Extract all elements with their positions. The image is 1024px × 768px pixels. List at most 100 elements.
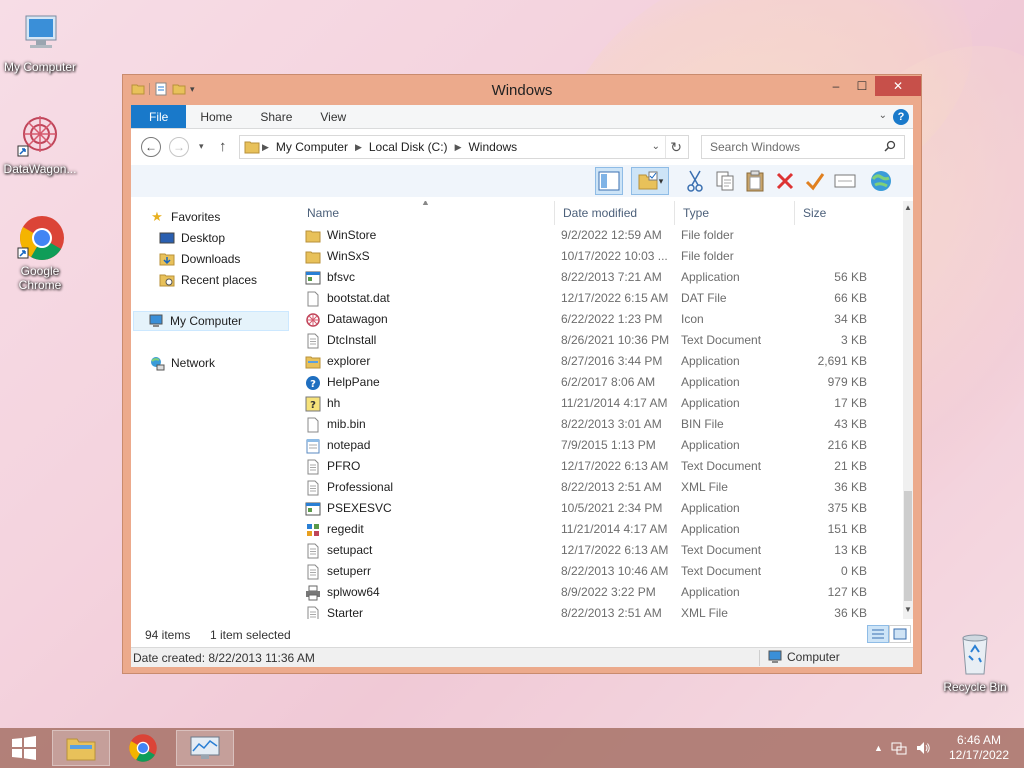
details-view-button[interactable] xyxy=(867,625,889,643)
recent-locations-icon[interactable]: ▾ xyxy=(199,141,204,152)
nav-downloads[interactable]: Downloads xyxy=(159,249,240,269)
desktop-icon-my-computer[interactable]: My Computer xyxy=(0,10,80,74)
paste-button[interactable] xyxy=(741,167,769,195)
file-row[interactable]: Starter 8/22/2013 2:51 AM XML File 36 KB xyxy=(299,603,889,619)
file-row[interactable]: regedit 11/21/2014 4:17 AM Application 151 … xyxy=(299,519,889,540)
scrollbar-thumb[interactable] xyxy=(904,491,912,601)
nav-network[interactable]: Network xyxy=(149,353,215,373)
expand-ribbon-icon[interactable]: ⌄ xyxy=(879,110,887,121)
file-icon xyxy=(305,417,321,433)
file-row[interactable]: setuperr 8/22/2013 10:46 AM Text Document 0… xyxy=(299,561,889,582)
nav-recent-places[interactable]: Recent places xyxy=(159,270,257,290)
vertical-scrollbar[interactable]: ▲ ▼ xyxy=(903,201,913,619)
file-row[interactable]: notepad 7/9/2015 1:13 PM Application 216 KB xyxy=(299,435,889,456)
desktop-icon-chrome[interactable]: Google Chrome xyxy=(0,214,80,292)
file-row[interactable]: WinStore 9/2/2022 12:59 AM File folder xyxy=(299,225,889,246)
file-row[interactable]: mib.bin 8/22/2013 3:01 AM BIN File 43 KB xyxy=(299,414,889,435)
tab-view[interactable]: View xyxy=(306,105,360,128)
file-row[interactable]: splwow64 8/9/2022 3:22 PM Application 127 K… xyxy=(299,582,889,603)
breadcrumb-separator-icon[interactable]: ▶ xyxy=(260,142,271,153)
file-row[interactable]: DtcInstall 8/26/2021 10:36 PM Text Documen… xyxy=(299,330,889,351)
file-row[interactable]: ? hh 11/21/2014 4:17 AM Application 17 KB xyxy=(299,393,889,414)
file-name-cell: splwow64 xyxy=(305,582,555,603)
column-header-name[interactable]: Name xyxy=(299,201,555,225)
minimize-button[interactable]: – xyxy=(823,76,849,96)
show-hidden-icons-icon[interactable]: ▲ xyxy=(874,743,883,753)
tab-file[interactable]: File xyxy=(131,105,187,128)
forward-button[interactable]: → xyxy=(169,137,189,157)
refresh-icon[interactable]: ↻ xyxy=(670,139,682,156)
search-icon[interactable] xyxy=(884,140,896,152)
file-row[interactable]: bfsvc 8/22/2013 7:21 AM Application 56 KB xyxy=(299,267,889,288)
file-size: 151 KB xyxy=(827,522,867,536)
preview-pane-button[interactable] xyxy=(595,167,623,195)
column-header-size[interactable]: Size xyxy=(795,201,875,225)
maximize-button[interactable]: ☐ xyxy=(849,76,875,96)
file-row[interactable]: ? HelpPane 6/2/2017 8:06 AM Application 979 … xyxy=(299,372,889,393)
address-dropdown-icon[interactable]: ⌄ xyxy=(652,141,660,152)
up-button[interactable]: ↑ xyxy=(219,138,227,155)
file-name-cell: ? HelpPane xyxy=(305,372,555,393)
file-date: 8/9/2022 3:22 PM xyxy=(561,585,656,599)
nav-desktop[interactable]: Desktop xyxy=(159,228,225,248)
internet-button[interactable] xyxy=(867,167,895,195)
taskbar-file-explorer[interactable] xyxy=(52,730,110,766)
file-name: WinSxS xyxy=(327,249,370,263)
nav-my-computer[interactable]: My Computer xyxy=(133,311,289,331)
file-row[interactable]: WinSxS 10/17/2022 10:03 ... File folder xyxy=(299,246,889,267)
breadcrumb-local-disk[interactable]: Local Disk (C:) xyxy=(364,140,453,154)
file-row[interactable]: PFRO 12/17/2022 6:13 AM Text Document 21 KB xyxy=(299,456,889,477)
file-row[interactable]: setupact 12/17/2022 6:13 AM Text Document 1… xyxy=(299,540,889,561)
desktop-icon-recycle-bin[interactable]: Recycle Bin xyxy=(935,630,1015,694)
file-type: Application xyxy=(681,522,740,536)
file-type: Text Document xyxy=(681,459,762,473)
search-input[interactable]: Search Windows xyxy=(701,135,905,159)
large-icons-view-button[interactable] xyxy=(889,625,911,643)
column-header-type[interactable]: Type xyxy=(675,201,795,225)
taskbar-chrome[interactable] xyxy=(114,730,172,766)
help-icon[interactable]: ? xyxy=(893,109,909,125)
nav-label: Downloads xyxy=(181,252,241,266)
file-row[interactable]: bootstat.dat 12/17/2022 6:15 AM DAT File 66… xyxy=(299,288,889,309)
address-bar[interactable]: ▶ My Computer ▶ Local Disk (C:) ▶ Window… xyxy=(239,135,689,159)
column-header-date[interactable]: Date modified xyxy=(555,201,675,225)
desktop-icon-datawagon[interactable]: DataWagon... xyxy=(0,112,80,176)
file-name-cell: setuperr xyxy=(305,561,555,582)
file-row[interactable]: Professional 8/22/2013 2:51 AM XML File 36 … xyxy=(299,477,889,498)
file-date: 6/22/2022 1:23 PM xyxy=(561,312,663,326)
start-button[interactable] xyxy=(0,730,48,766)
file-row[interactable]: explorer 8/27/2016 3:44 PM Application 2,69… xyxy=(299,351,889,372)
copy-button[interactable] xyxy=(711,167,739,195)
file-date: 8/22/2013 2:51 AM xyxy=(561,480,662,494)
scroll-down-icon[interactable]: ▼ xyxy=(903,605,913,614)
nav-favorites[interactable]: ★ Favorites xyxy=(149,207,220,227)
tab-home[interactable]: Home xyxy=(186,105,246,128)
file-row[interactable]: PSEXESVC 10/5/2021 2:34 PM Application 375 … xyxy=(299,498,889,519)
properties-button[interactable] xyxy=(831,167,859,195)
title-bar[interactable]: ▾ Windows – ☐ ✕ xyxy=(123,75,921,105)
file-name: PSEXESVC xyxy=(327,501,392,515)
file-date: 9/2/2022 12:59 AM xyxy=(561,228,662,242)
breadcrumb-windows[interactable]: Windows xyxy=(463,140,522,154)
rename-button[interactable] xyxy=(801,167,829,195)
change-view-button[interactable]: ▾ xyxy=(631,167,669,195)
delete-button[interactable] xyxy=(771,167,799,195)
breadcrumb-separator-icon[interactable]: ▶ xyxy=(453,142,464,153)
folder-icon xyxy=(305,249,321,265)
file-row[interactable]: Datawagon 6/22/2022 1:23 PM Icon 34 KB xyxy=(299,309,889,330)
scroll-up-icon[interactable]: ▲ xyxy=(903,203,913,212)
volume-icon[interactable] xyxy=(915,740,931,756)
breadcrumb-my-computer[interactable]: My Computer xyxy=(271,140,353,154)
back-button[interactable]: ← xyxy=(141,137,161,157)
taskbar-clock[interactable]: 6:46 AM 12/17/2022 xyxy=(944,733,1014,763)
close-button[interactable]: ✕ xyxy=(875,76,921,96)
file-size: 21 KB xyxy=(834,459,867,473)
copy-icon xyxy=(716,171,734,191)
breadcrumb-separator-icon[interactable]: ▶ xyxy=(353,142,364,153)
explorer-window: ▾ Windows – ☐ ✕ File Home Share View ⌄ ?… xyxy=(122,74,922,674)
tab-share[interactable]: Share xyxy=(246,105,306,128)
network-tray-icon[interactable] xyxy=(891,740,907,756)
file-name-cell: bfsvc xyxy=(305,267,555,288)
taskbar-task-manager[interactable] xyxy=(176,730,234,766)
cut-button[interactable] xyxy=(681,167,709,195)
